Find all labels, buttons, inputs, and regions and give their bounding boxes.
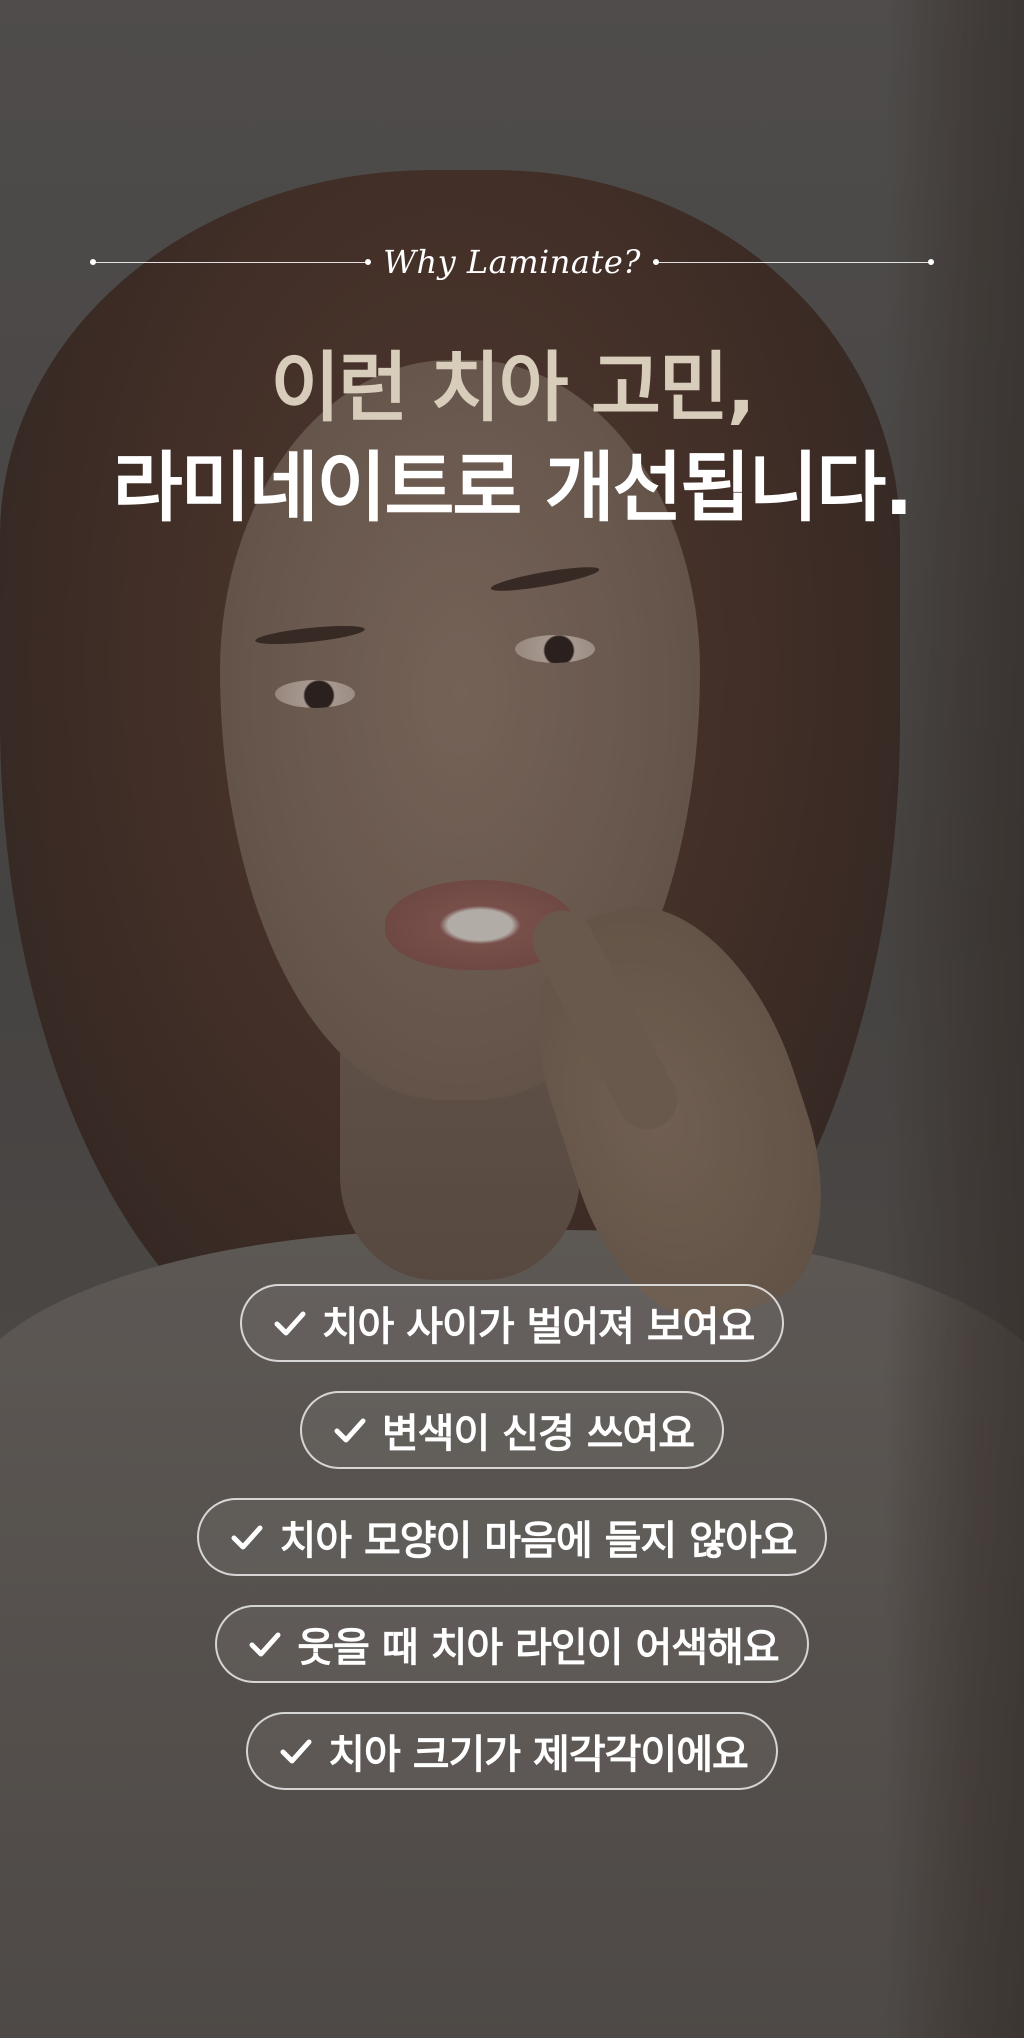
concern-item: 웃을 때 치아 라인이 어색해요 [215,1605,809,1683]
laminate-promo-page: Why Laminate? 이런 치아 고민, 라미네이트로 개선됩니다. 치아… [0,0,1024,2038]
headline-line-1: 이런 치아 고민, [270,343,755,432]
concern-label: 치아 사이가 벌어져 보여요 [321,1304,756,1350]
concern-label: 치아 크기가 제각각이에요 [328,1732,749,1778]
concern-label: 웃을 때 치아 라인이 어색해요 [297,1625,779,1671]
headline-line-2: 라미네이트로 개선됩니다. [112,443,913,532]
eyebrow-row: Why Laminate? [90,243,935,281]
concern-item: 치아 크기가 제각각이에요 [246,1712,778,1790]
check-icon [334,1418,366,1443]
concern-item: 치아 모양이 마음에 들지 않아요 [197,1498,827,1576]
check-icon [231,1525,263,1550]
divider-right [652,259,935,265]
page-headline: 이런 치아 고민, 라미네이트로 개선됩니다. [0,340,1024,540]
check-icon [280,1739,312,1764]
divider-left [90,259,372,265]
concern-label: 치아 모양이 마음에 들지 않아요 [279,1518,797,1564]
concern-label: 변색이 신경 쓰여요 [381,1411,695,1457]
concern-item: 변색이 신경 쓰여요 [299,1391,725,1469]
check-icon [274,1311,306,1336]
concern-item: 치아 사이가 벌어져 보여요 [239,1284,785,1362]
check-icon [249,1632,281,1657]
concern-list: 치아 사이가 벌어져 보여요 변색이 신경 쓰여요 치아 모양이 마음에 들지 … [0,1284,1024,1790]
eyebrow-title: Why Laminate? [383,243,641,281]
